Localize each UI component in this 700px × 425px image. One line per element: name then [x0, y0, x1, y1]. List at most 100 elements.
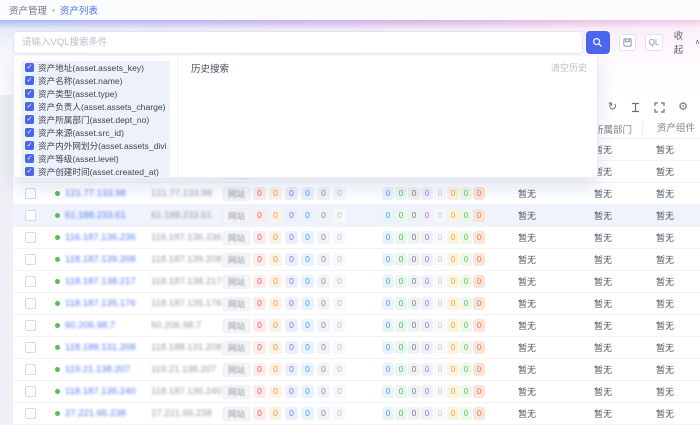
field-option[interactable]: ✓ 资产内外网划分(asset.assets_division) [21, 139, 170, 152]
collapse-label: 收起 [674, 28, 692, 56]
count-badge: 0 [269, 253, 282, 266]
count-badge: 0 [447, 209, 459, 222]
checked-checkbox-icon[interactable]: ✓ [25, 102, 34, 111]
field-option-label: 资产所属部门(asset.dept_no) [38, 114, 149, 126]
field-option[interactable]: ✓ 资产创建时间(asset.created_at) [21, 165, 170, 178]
count-badge: 0 [421, 297, 433, 310]
search-button[interactable] [586, 31, 610, 54]
checked-checkbox-icon[interactable]: ✓ [25, 115, 34, 124]
field-option[interactable]: ✓ 资产名称(asset.name) [21, 74, 170, 87]
asset-address-link[interactable]: 27.221.65.238 [65, 408, 126, 419]
count-badge: 0 [333, 209, 346, 222]
count-badge: 0 [460, 187, 472, 200]
table-row[interactable]: 118.188.131.208 118.188.131.208 网站 0 0 0… [13, 337, 700, 359]
checked-checkbox-icon[interactable]: ✓ [25, 141, 34, 150]
row-checkbox[interactable] [25, 364, 36, 375]
asset-address-link[interactable]: 118.187.135.176 [65, 298, 136, 309]
asset-address-link[interactable]: 119.21.138.207 [65, 364, 130, 375]
row-checkbox[interactable] [25, 188, 36, 199]
asset-address-link[interactable]: 118.187.138.217 [65, 276, 136, 287]
table-body: 116.187.135.238 116.187.135.238 网站 0 0 0… [13, 139, 700, 425]
field-option[interactable]: ✓ 资产等级(asset.level) [21, 152, 170, 165]
save-search-button[interactable] [619, 34, 636, 51]
asset-address-link[interactable]: 60.206.98.7 [65, 320, 115, 331]
asset-name: 118.187.138.217 [151, 276, 222, 287]
count-badge: 0 [447, 319, 459, 332]
asset-address-link[interactable]: 118.188.131.208 [65, 342, 136, 353]
table-row[interactable]: 121.77.133.98 121.77.133.98 网站 0 0 0 0 0… [13, 183, 700, 205]
checked-checkbox-icon[interactable]: ✓ [25, 76, 34, 85]
chevron-up-icon: ∧ [695, 38, 700, 46]
table-row[interactable]: 60.206.98.7 60.206.98.7 网站 0 0 0 0 0 0 0… [13, 315, 700, 337]
table-row[interactable]: 118.187.136.240 118.187.136.240 网站 0 0 0… [13, 381, 700, 403]
asset-address-link[interactable]: 116.187.136.236 [65, 232, 136, 243]
count-badge: 0 [253, 231, 266, 244]
count-badge: 0 [434, 407, 446, 420]
row-checkbox[interactable] [25, 276, 36, 287]
table-row[interactable]: 118.187.139.208 118.187.139.208 网站 0 0 0… [13, 249, 700, 271]
breadcrumb-section[interactable]: 资产管理 [9, 3, 47, 17]
row-checkbox[interactable] [25, 386, 36, 397]
row-checkbox[interactable] [25, 320, 36, 331]
field-option[interactable]: ✓ 资产负责人(asset.assets_charge) [21, 100, 170, 113]
owner-cell: 暂无 [518, 277, 536, 287]
checked-checkbox-icon[interactable]: ✓ [25, 128, 34, 137]
asset-address-link[interactable]: 121.77.133.98 [65, 188, 126, 199]
table-row[interactable]: 27.221.65.238 27.221.65.238 网站 0 0 0 0 0… [13, 403, 700, 425]
count-badge: 0 [408, 363, 420, 376]
table-row[interactable]: 118.187.138.217 118.187.138.217 网站 0 0 0… [13, 271, 700, 293]
fullscreen-icon[interactable] [654, 102, 665, 113]
table-row[interactable]: 116.187.136.236 116.187.136.236 网站 0 0 0… [13, 227, 700, 249]
count-badge: 0 [434, 187, 446, 200]
row-density-icon[interactable] [630, 102, 641, 113]
count-badge: 0 [285, 231, 298, 244]
count-badge: 0 [301, 297, 314, 310]
refresh-icon[interactable]: ↻ [608, 102, 617, 113]
component-cell: 暂无 [656, 299, 674, 309]
vql-mode-button[interactable]: QL [645, 34, 662, 51]
count-badge: 0 [253, 407, 266, 420]
asset-address-link[interactable]: 118.187.136.240 [65, 386, 136, 397]
count-badge: 0 [253, 209, 266, 222]
checked-checkbox-icon[interactable]: ✓ [25, 154, 34, 163]
count-badge: 0 [408, 297, 420, 310]
asset-address-link[interactable]: 61.188.233.61 [65, 210, 126, 221]
checked-checkbox-icon[interactable]: ✓ [25, 89, 34, 98]
field-option-label: 资产名称(asset.name) [38, 75, 123, 87]
badge-group-2: 0 0 0 0 0 0 0 0 [368, 407, 496, 420]
search-input[interactable] [13, 31, 583, 54]
table-row[interactable]: 118.187.135.176 118.187.135.176 网站 0 0 0… [13, 293, 700, 315]
count-badge: 0 [460, 253, 472, 266]
row-checkbox[interactable] [25, 232, 36, 243]
count-badge: 0 [395, 297, 407, 310]
component-cell: 暂无 [656, 211, 674, 221]
count-badge: 0 [434, 297, 446, 310]
row-checkbox[interactable] [25, 210, 36, 221]
asset-type-tag: 网站 [223, 209, 250, 223]
field-option[interactable]: ✓ 资产来源(asset.src_id) [21, 126, 170, 139]
asset-address-link[interactable]: 118.187.139.208 [65, 254, 136, 265]
field-option[interactable]: ✓ 资产地址(asset.assets_key) [21, 61, 170, 74]
table-row[interactable]: 119.21.138.207 119.21.138.207 网站 0 0 0 0… [13, 359, 700, 381]
field-option[interactable]: ✓ 资产所属部门(asset.dept_no) [21, 113, 170, 126]
gear-icon[interactable]: ⚙ [678, 102, 688, 113]
count-badge: 0 [408, 385, 420, 398]
count-badge: 0 [447, 231, 459, 244]
row-checkbox[interactable] [25, 298, 36, 309]
asset-name: 61.188.233.61 [151, 210, 212, 221]
status-online-dot [55, 235, 60, 240]
checked-checkbox-icon[interactable]: ✓ [25, 63, 34, 72]
checked-checkbox-icon[interactable]: ✓ [25, 167, 34, 176]
row-checkbox[interactable] [25, 342, 36, 353]
table-row[interactable]: 61.188.233.61 61.188.233.61 网站 0 0 0 0 0… [13, 205, 700, 227]
clear-history-link[interactable]: 清空历史 [551, 61, 587, 74]
collapse-toggle[interactable]: 收起 ∧ [674, 28, 700, 56]
count-badge: 0 [382, 341, 394, 354]
count-badge: 0 [382, 363, 394, 376]
header-component: 资产组件 [642, 123, 700, 135]
row-checkbox[interactable] [25, 408, 36, 419]
row-checkbox[interactable] [25, 254, 36, 265]
count-badge: 0 [473, 209, 485, 222]
field-option[interactable]: ✓ 资产类型(asset.type) [21, 87, 170, 100]
count-badge: 0 [317, 231, 330, 244]
